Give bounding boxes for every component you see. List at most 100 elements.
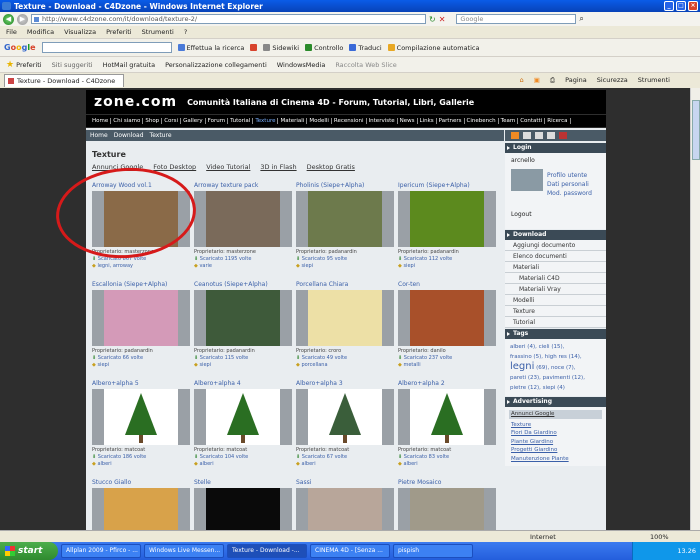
nav-item[interactable]: Links	[418, 118, 437, 124]
fav-hotmail[interactable]: HotMail gratuita	[103, 61, 155, 69]
item-tags[interactable]: porcellana	[301, 362, 327, 368]
subtab-flash[interactable]: 3D in Flash	[260, 163, 296, 171]
nav-item[interactable]: Forum	[206, 118, 229, 124]
download-count[interactable]: Scaricato 112 volte	[404, 256, 452, 262]
texture-item[interactable]: Ipericum (Siepe+Alpha) Proprietario: pad…	[398, 182, 496, 270]
texture-item[interactable]: Arroway texture pack Proprietario: maste…	[194, 182, 292, 270]
nav-item[interactable]: News	[398, 118, 418, 124]
item-tags[interactable]: alberi	[301, 461, 315, 467]
texture-title[interactable]: Sassi	[296, 479, 394, 487]
page-icon[interactable]	[547, 132, 555, 139]
item-tags[interactable]: varie	[199, 263, 212, 269]
texture-thumbnail[interactable]	[308, 488, 382, 530]
subtab-video[interactable]: Video Tutorial	[206, 163, 250, 171]
item-tags[interactable]: alberi	[403, 461, 417, 467]
sidebar-tutorial[interactable]: Tutorial	[505, 317, 606, 328]
sidebar-modelli[interactable]: Modelli	[505, 295, 606, 306]
zoom-level[interactable]: 100%	[650, 533, 669, 541]
texture-item[interactable]: Cor-ten Proprietario: danilo ⬇ Scaricato…	[398, 281, 496, 369]
task-messenger[interactable]: Windows Live Messen...	[144, 544, 224, 558]
subtab-foto[interactable]: Foto Desktop	[153, 163, 196, 171]
tab-texture[interactable]: Texture - Download - C4Dzone	[4, 74, 124, 87]
google-search-input[interactable]	[41, 42, 172, 53]
menu-modifica[interactable]: Modifica	[27, 28, 54, 36]
texture-title[interactable]: Ceanotus (Siepe+Alpha)	[194, 281, 292, 289]
texture-thumbnail[interactable]	[410, 488, 484, 530]
download-count[interactable]: Scaricato 95 volte	[302, 256, 347, 262]
texture-title[interactable]: Albero+alpha 3	[296, 380, 394, 388]
nav-item[interactable]: Ricerca	[545, 118, 571, 124]
crumb-download[interactable]: Download	[114, 132, 144, 139]
nav-item[interactable]: Materiali	[278, 118, 308, 124]
texture-item[interactable]: Pholinis (Siepe+Alpha) Proprietario: pad…	[296, 182, 394, 270]
texture-item[interactable]: Albero+alpha 3 Proprietario: matcoat ⬇ S…	[296, 380, 394, 468]
texture-item[interactable]: Stelle	[194, 479, 292, 530]
item-tags[interactable]: siepi	[199, 362, 211, 368]
url-input[interactable]: http://www.c4dzone.com/it/download/textu…	[31, 14, 426, 24]
profile-link[interactable]: Profilo utente	[547, 171, 592, 180]
nav-item[interactable]: Tutorial	[228, 118, 254, 124]
personal-data-link[interactable]: Dati personali	[547, 180, 592, 189]
stop-icon[interactable]: ✕	[439, 15, 446, 24]
sidebar-document-list[interactable]: Elenco documenti	[505, 251, 606, 262]
minimize-button[interactable]: _	[664, 1, 674, 11]
nav-item[interactable]: Cinebench	[465, 118, 499, 124]
texture-thumbnail[interactable]	[410, 290, 484, 346]
texture-title[interactable]: Pholinis (Siepe+Alpha)	[296, 182, 394, 190]
texture-title[interactable]: Stucco Giallo	[92, 479, 190, 487]
fav-suggested[interactable]: Siti suggeriti	[52, 61, 93, 69]
texture-item[interactable]: Albero+alpha 2 Proprietario: matcoat ⬇ S…	[398, 380, 496, 468]
texture-thumbnail[interactable]	[308, 290, 382, 346]
logout-link[interactable]: Logout	[511, 211, 532, 218]
texture-thumbnail[interactable]	[104, 488, 178, 530]
nav-item[interactable]: Texture	[253, 118, 279, 124]
download-count[interactable]: Scaricato 83 volte	[404, 454, 449, 460]
download-count[interactable]: Scaricato 1195 volte	[200, 256, 252, 262]
google-search-button[interactable]: Effettua la ricerca	[177, 44, 244, 52]
texture-item[interactable]: Porcellana Chiara Proprietario: croro ⬇ …	[296, 281, 394, 369]
item-tags[interactable]: siepi	[403, 263, 415, 269]
subtab-desktop[interactable]: Desktop Gratis	[307, 163, 355, 171]
texture-title[interactable]: Albero+alpha 4	[194, 380, 292, 388]
rss-icon[interactable]: ▣	[534, 76, 540, 85]
maximize-button[interactable]: □	[676, 1, 686, 11]
start-button[interactable]: start	[0, 542, 58, 560]
menu-preferiti[interactable]: Preferiti	[106, 28, 131, 36]
nav-item[interactable]: Interviste	[367, 118, 398, 124]
item-tags[interactable]: siepi	[301, 263, 313, 269]
tools-menu[interactable]: Strumenti	[638, 76, 670, 85]
texture-title[interactable]: Pietre Mosaico	[398, 479, 496, 487]
nav-item[interactable]: Contatti	[518, 118, 546, 124]
texture-thumbnail[interactable]	[206, 488, 280, 530]
flag-uk-icon[interactable]	[559, 132, 567, 139]
window-titlebar[interactable]: Texture - Download - C4Dzone - Windows I…	[0, 0, 700, 12]
download-count[interactable]: Scaricato 66 volte	[98, 355, 143, 361]
download-count[interactable]: Scaricato 237 volte	[404, 355, 452, 361]
refresh-icon[interactable]: ↻	[429, 15, 436, 24]
close-button[interactable]: ×	[688, 1, 698, 11]
nav-item[interactable]: Shop	[143, 118, 163, 124]
texture-title[interactable]: Albero+alpha 5	[92, 380, 190, 388]
nav-item[interactable]: Gallery	[181, 118, 206, 124]
texture-title[interactable]: Ipericum (Siepe+Alpha)	[398, 182, 496, 190]
item-tags[interactable]: siepi	[97, 362, 109, 368]
tag-line[interactable]: pareti (23), pavimenti (12),	[510, 373, 601, 383]
texture-item[interactable]: Albero+alpha 4 Proprietario: matcoat ⬇ S…	[194, 380, 292, 468]
ads-label[interactable]: Annunci Google	[509, 410, 602, 419]
item-tags[interactable]: alberi	[199, 461, 213, 467]
nav-item[interactable]: Partners	[437, 118, 465, 124]
crumb-texture[interactable]: Texture	[150, 132, 172, 139]
sidebar-texture[interactable]: Texture	[505, 306, 606, 317]
task-pispish[interactable]: pispish	[393, 544, 473, 558]
texture-item[interactable]: Pietre Mosaico	[398, 479, 496, 530]
sidebar-add-document[interactable]: Aggiungi documento	[505, 240, 606, 251]
vertical-scrollbar[interactable]	[690, 88, 700, 530]
texture-thumbnail[interactable]	[104, 290, 178, 346]
menu-visualizza[interactable]: Visualizza	[64, 28, 96, 36]
texture-item[interactable]: Escallonia (Siepe+Alpha) Proprietario: p…	[92, 281, 190, 369]
site-logo[interactable]: zone.com	[94, 94, 177, 110]
ad-link[interactable]: Manutenzione Piante	[511, 455, 600, 464]
menu-file[interactable]: File	[6, 28, 17, 36]
texture-thumbnail[interactable]	[308, 389, 382, 445]
ad-link[interactable]: Fiori Da Giardino	[511, 429, 600, 438]
